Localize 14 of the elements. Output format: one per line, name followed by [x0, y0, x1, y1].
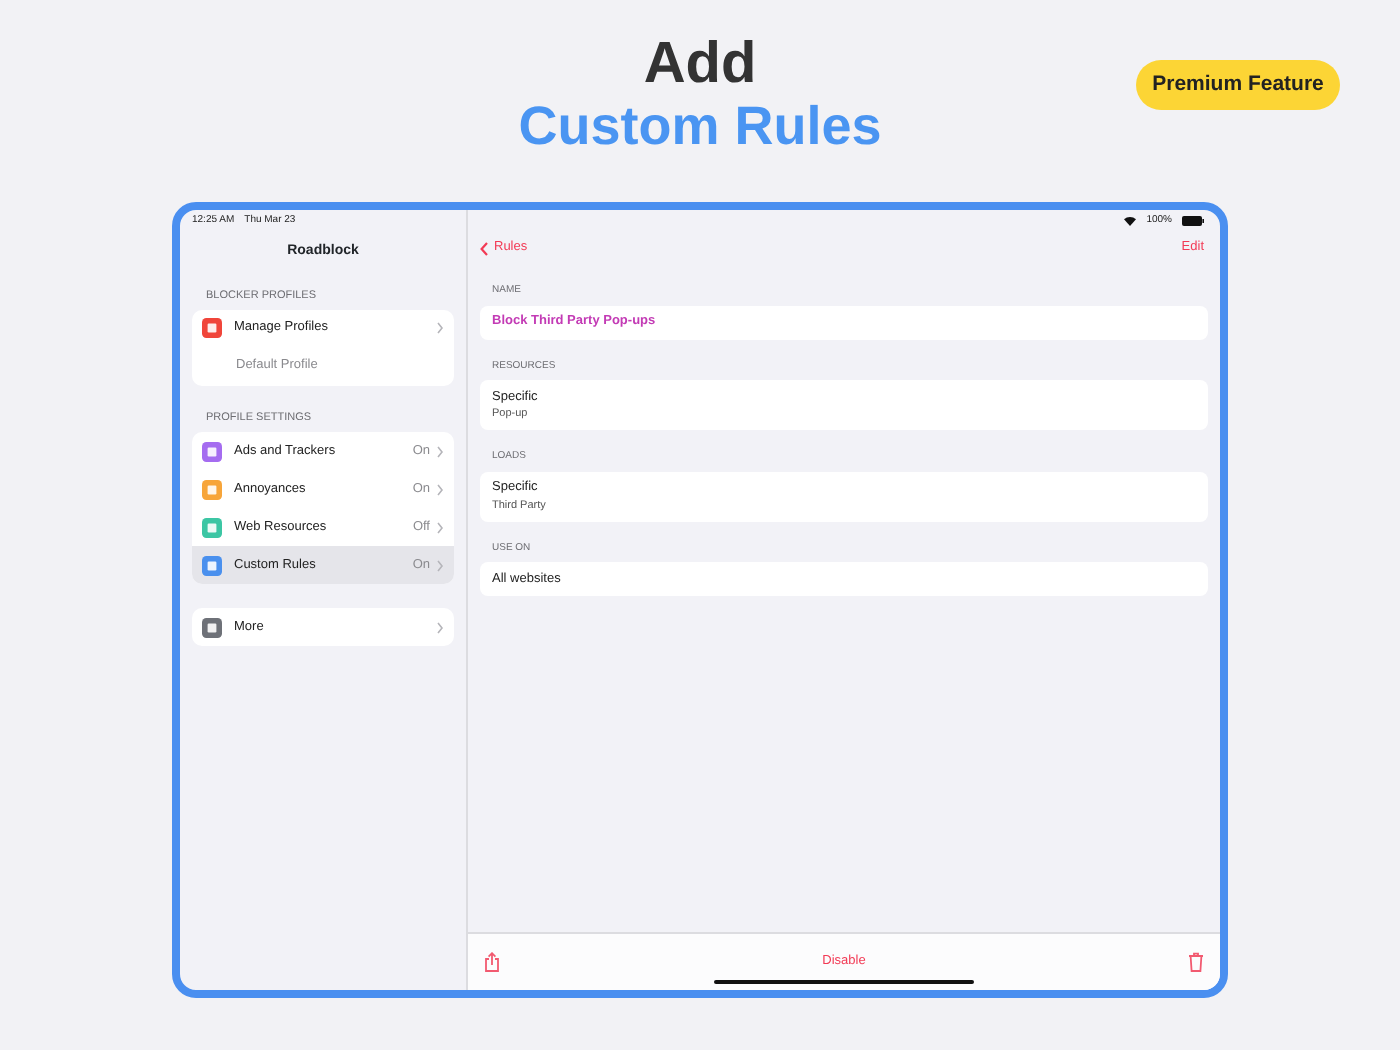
share-icon[interactable] — [484, 952, 500, 972]
trash-icon[interactable] — [1188, 952, 1204, 972]
battery-icon — [1182, 216, 1204, 226]
chevron-icon — [436, 521, 444, 533]
chevron-icon — [436, 559, 444, 571]
premium-label: Premium Feature — [1136, 60, 1340, 110]
chevron-icon — [436, 621, 444, 633]
chevron-icon — [436, 483, 444, 495]
subheading: Custom Rules — [518, 100, 882, 154]
chevron-icon — [436, 445, 444, 457]
back-chevron-icon — [480, 241, 488, 255]
chevron-icon — [436, 322, 444, 335]
wifi-icon — [1124, 216, 1137, 226]
heading: Add — [643, 36, 757, 94]
